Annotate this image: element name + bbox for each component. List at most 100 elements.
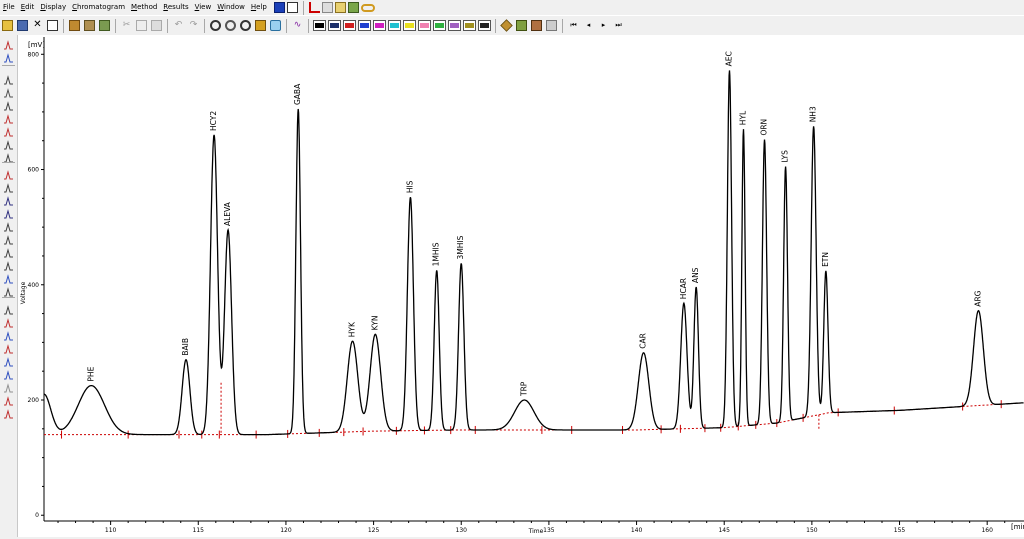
x-axis-label: Time (528, 528, 544, 535)
integration-tool-icon[interactable] (3, 344, 14, 354)
separator (495, 18, 496, 33)
method-a-icon[interactable] (273, 2, 285, 13)
report-icon[interactable] (321, 2, 333, 13)
undo-icon[interactable]: ↶ (173, 20, 184, 31)
last-icon[interactable]: ⏭ (613, 20, 624, 31)
link-icon[interactable] (360, 3, 375, 12)
integration-icon[interactable] (84, 20, 95, 31)
trace-color-pink[interactable] (418, 20, 431, 31)
trace-color-green[interactable] (433, 20, 446, 31)
peak-label: AEC (724, 51, 733, 66)
menu-display[interactable]: Display (37, 0, 69, 15)
trace-color-magenta[interactable] (373, 20, 386, 31)
integration-tool-icon[interactable] (3, 235, 14, 245)
menu-chromatogram[interactable]: Chromatogram (69, 0, 128, 15)
menu-file[interactable]: File (0, 0, 18, 15)
zoom-fit-icon[interactable] (240, 20, 251, 31)
integration-tool-icon[interactable] (3, 209, 14, 219)
open-icon[interactable] (2, 20, 13, 31)
settings-icon[interactable] (531, 20, 542, 31)
trace-color-black[interactable] (313, 20, 326, 31)
integration-tool-icon[interactable] (3, 196, 14, 206)
integration-tool-icon[interactable] (3, 88, 14, 98)
toolbar: ✕ ✂ ↶ ↷ ∿ ⏮ ◂ ▸ ⏭ (0, 15, 1024, 36)
y-axis-label: Voltage (20, 281, 27, 304)
integration-tool-icon[interactable] (3, 40, 14, 50)
x-tick-label: 140 (631, 527, 643, 534)
sequence-icon[interactable] (347, 2, 359, 13)
document-icon[interactable] (286, 2, 298, 13)
save-icon[interactable] (17, 20, 28, 31)
peak-label: KYN (370, 315, 379, 330)
integration-tool-icon[interactable] (3, 183, 14, 193)
integration-tool-icon[interactable] (3, 274, 14, 284)
menu-method[interactable]: Method (128, 0, 160, 15)
y-tick-label: 0 (35, 512, 39, 519)
cut-icon[interactable]: ✂ (121, 20, 132, 31)
trace-color-blue[interactable] (358, 20, 371, 31)
peak-label: CAR (639, 333, 648, 349)
integration-tool-icon[interactable] (3, 248, 14, 258)
next-icon[interactable]: ▸ (598, 20, 609, 31)
peak-label: ORN (760, 119, 769, 136)
left-toolbar (0, 35, 18, 537)
copy-icon[interactable] (136, 20, 147, 31)
trace-color-olive[interactable] (463, 20, 476, 31)
calibration-icon[interactable] (69, 20, 80, 31)
menu-help[interactable]: Help (248, 0, 270, 15)
integration-tool-icon[interactable] (3, 170, 14, 180)
trace-color-navy[interactable] (328, 20, 341, 31)
integration-tool-icon[interactable] (3, 357, 14, 367)
integration-tool-icon[interactable] (3, 53, 14, 63)
grid-icon[interactable] (516, 20, 527, 31)
print-icon[interactable] (99, 20, 110, 31)
first-icon[interactable]: ⏮ (568, 20, 579, 31)
chart-icon[interactable] (308, 2, 320, 13)
overlay-icon[interactable]: ∿ (292, 20, 303, 31)
integration-tool-icon[interactable] (3, 114, 14, 124)
integration-tool-icon[interactable] (3, 140, 14, 150)
integration-tool-icon[interactable] (3, 370, 14, 380)
integration-tool-icon[interactable] (3, 261, 14, 271)
trace-color-red[interactable] (343, 20, 356, 31)
prev-icon[interactable]: ◂ (583, 20, 594, 31)
table-icon[interactable] (546, 20, 557, 31)
y-tick-label: 400 (28, 282, 40, 289)
redo-icon[interactable]: ↷ (188, 20, 199, 31)
x-tick-label: 130 (456, 527, 468, 534)
comment-icon[interactable] (270, 20, 281, 31)
trace-color-cyan[interactable] (388, 20, 401, 31)
peak-label: 3MHIS (456, 235, 465, 259)
chromatogram-trace (44, 70, 1024, 436)
trace-color-yellow[interactable] (403, 20, 416, 31)
trace-color-dark[interactable] (478, 20, 491, 31)
integration-tool-icon[interactable] (3, 101, 14, 111)
menu-edit[interactable]: Edit (18, 0, 38, 15)
integration-tool-icon[interactable] (3, 396, 14, 406)
integration-tool-icon[interactable] (3, 127, 14, 137)
menu-view[interactable]: View (192, 0, 215, 15)
peak-icon[interactable] (500, 19, 513, 32)
peak-label: ANS (691, 267, 700, 283)
integration-tool-icon[interactable] (3, 75, 14, 85)
menu-window[interactable]: Window (214, 0, 248, 15)
zoom-out-icon[interactable] (225, 20, 236, 31)
integration-tool-icon[interactable] (3, 305, 14, 315)
peak-label: 1MHIS (432, 242, 441, 266)
integration-tool-icon[interactable] (3, 222, 14, 232)
zoom-in-icon[interactable] (210, 20, 221, 31)
tool-icon[interactable] (255, 20, 266, 31)
integration-tool-icon[interactable] (3, 409, 14, 419)
edit-icon[interactable] (334, 2, 346, 13)
properties-icon[interactable] (47, 20, 58, 31)
integration-tool-icon[interactable] (3, 287, 14, 297)
separator (562, 18, 563, 33)
menu-results[interactable]: Results (160, 0, 191, 15)
paste-icon[interactable] (151, 20, 162, 31)
integration-tool-icon[interactable] (3, 383, 14, 393)
close-icon[interactable]: ✕ (32, 20, 43, 31)
integration-tool-icon[interactable] (3, 331, 14, 341)
trace-color-purple[interactable] (448, 20, 461, 31)
x-tick-label: 160 (981, 527, 993, 534)
integration-tool-icon[interactable] (3, 318, 14, 328)
